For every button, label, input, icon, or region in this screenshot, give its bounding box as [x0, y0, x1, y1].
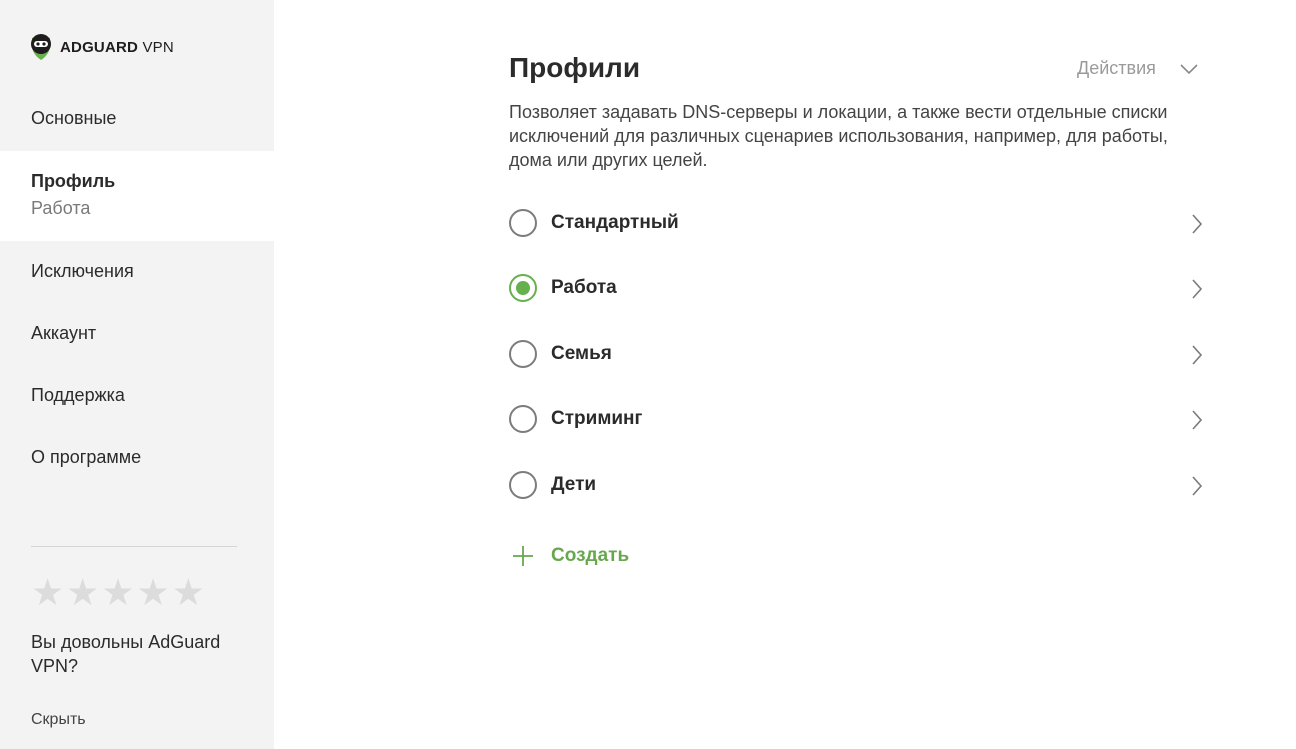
sidebar-item-label: Основные — [31, 108, 117, 128]
create-label: Создать — [551, 545, 630, 566]
star-icon[interactable]: ★ — [31, 574, 64, 611]
actions-label: Действия — [1077, 58, 1156, 78]
create-profile-button[interactable]: Создать — [511, 544, 629, 568]
plus-icon — [513, 546, 533, 566]
chevron-down-icon — [1180, 63, 1198, 74]
radio-button[interactable] — [509, 209, 537, 237]
radio-button[interactable] — [509, 405, 537, 433]
sidebar-item-support[interactable]: Поддержка — [0, 385, 274, 406]
rating-stars: ★ ★ ★ ★ ★ — [31, 574, 205, 611]
profile-name: Стриминг — [551, 408, 643, 429]
actions-dropdown[interactable]: Действия — [1077, 58, 1198, 79]
sidebar-item-general[interactable]: Основные — [0, 108, 274, 129]
sidebar-item-label: Исключения — [31, 261, 134, 281]
sidebar-item-label: Поддержка — [31, 385, 125, 405]
star-icon[interactable]: ★ — [101, 574, 134, 611]
rating-question: Вы довольны AdGuard VPN? — [31, 632, 221, 676]
adguard-shield-icon — [31, 34, 51, 60]
profile-row-kids[interactable]: Дети — [509, 465, 1203, 505]
main-panel: Профили Действия Позволяет задавать DNS-… — [274, 0, 1296, 749]
radio-button[interactable] — [509, 340, 537, 368]
profile-row-family[interactable]: Семья — [509, 334, 1203, 374]
sidebar-divider — [31, 546, 237, 547]
chevron-right-icon — [1192, 279, 1203, 299]
page-description: Позволяет задавать DNS-серверы и локации… — [509, 102, 1168, 170]
radio-button-selected[interactable] — [509, 274, 537, 302]
sidebar-item-label: О программе — [31, 447, 142, 467]
profile-row-work[interactable]: Работа — [509, 268, 1203, 308]
chevron-right-icon — [1192, 345, 1203, 365]
chevron-right-icon — [1192, 410, 1203, 430]
profile-row-standard[interactable]: Стандартный — [509, 203, 1203, 243]
sidebar-item-profile[interactable]: Профиль Работа — [0, 151, 274, 241]
sidebar-item-exclusions[interactable]: Исключения — [0, 261, 274, 282]
sidebar-item-account[interactable]: Аккаунт — [0, 323, 274, 344]
sidebar-item-label: Профиль — [31, 171, 116, 191]
profile-name: Работа — [551, 277, 617, 298]
hide-rating-link[interactable]: Скрыть — [31, 711, 86, 729]
sidebar-item-about[interactable]: О программе — [0, 447, 274, 468]
logo-text: ADGUARD VPN — [60, 38, 174, 56]
profile-name: Семья — [551, 343, 612, 364]
chevron-right-icon — [1192, 214, 1203, 234]
profile-name: Дети — [551, 474, 597, 495]
star-icon[interactable]: ★ — [172, 574, 205, 611]
logo: ADGUARD VPN — [30, 33, 174, 61]
sidebar-item-sublabel: Работа — [31, 198, 91, 218]
profile-name: Стандартный — [551, 212, 679, 233]
sidebar: ADGUARD VPN Основные Профиль Работа Искл… — [0, 0, 274, 749]
sidebar-item-label: Аккаунт — [31, 323, 97, 343]
profile-row-streaming[interactable]: Стриминг — [509, 399, 1203, 439]
star-icon[interactable]: ★ — [66, 574, 99, 611]
chevron-right-icon — [1192, 476, 1203, 496]
page-title: Профили — [509, 52, 641, 83]
star-icon[interactable]: ★ — [137, 574, 170, 611]
radio-dot — [516, 281, 530, 295]
radio-button[interactable] — [509, 471, 537, 499]
